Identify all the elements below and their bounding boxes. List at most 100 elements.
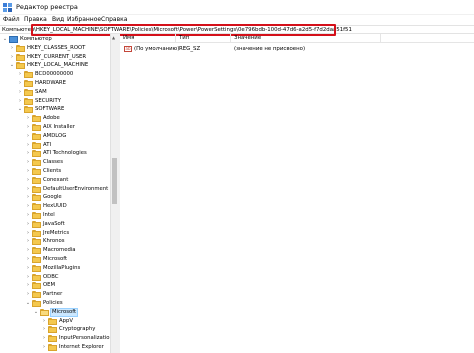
tree-item[interactable]: › AIX Installer xyxy=(0,123,116,132)
chevron-down-icon[interactable]: ⌄ xyxy=(9,61,15,70)
tree-item-label: Cryptography xyxy=(59,326,96,333)
chevron-right-icon[interactable]: › xyxy=(17,88,23,97)
chevron-right-icon[interactable]: › xyxy=(9,53,15,62)
chevron-right-icon[interactable]: › xyxy=(41,334,47,343)
chevron-down-icon[interactable]: ⌄ xyxy=(33,308,39,317)
scroll-up-icon[interactable]: ▲ xyxy=(112,35,115,40)
tree-item[interactable]: ⌄ Policies xyxy=(0,299,116,308)
tree-item[interactable]: ⌄ HKEY_LOCAL_MACHINE xyxy=(0,61,116,70)
column-type[interactable]: Тип xyxy=(176,34,231,43)
chevron-down-icon[interactable]: ⌄ xyxy=(17,105,23,114)
tree-item[interactable]: › DefaultUserEnvironment xyxy=(0,185,116,194)
tree-item-label: Policies xyxy=(43,300,63,306)
tree-item[interactable]: › Cryptography xyxy=(0,325,116,334)
chevron-right-icon[interactable]: › xyxy=(25,211,31,220)
menu-edit[interactable]: Правка xyxy=(24,16,47,23)
tree-item[interactable]: › ATI xyxy=(0,141,116,150)
chevron-right-icon[interactable]: › xyxy=(25,123,31,132)
chevron-right-icon[interactable]: › xyxy=(17,97,23,106)
tree-item[interactable]: › Adobe xyxy=(0,114,116,123)
tree-item[interactable]: › BCD00000000 xyxy=(0,70,116,79)
tree-item[interactable]: › ODBC xyxy=(0,273,116,282)
chevron-down-icon[interactable]: ⌄ xyxy=(25,299,31,308)
tree-item[interactable]: › Macromedia xyxy=(0,246,116,255)
tree-item[interactable]: › SAM xyxy=(0,88,116,97)
chevron-right-icon[interactable]: › xyxy=(25,237,31,246)
values-list[interactable]: Имя Тип Значение ab (По умолчанию) REG_S… xyxy=(120,34,474,353)
column-value[interactable]: Значение xyxy=(231,34,381,43)
column-name[interactable]: Имя xyxy=(120,34,176,43)
chevron-right-icon[interactable]: › xyxy=(41,325,47,334)
tree-item-label: Conexant xyxy=(43,176,69,183)
chevron-right-icon[interactable]: › xyxy=(25,220,31,229)
chevron-right-icon[interactable]: › xyxy=(17,70,23,79)
chevron-right-icon[interactable]: › xyxy=(25,167,31,176)
tree-item[interactable]: › HARDWARE xyxy=(0,79,116,88)
tree-item[interactable]: › Conexant xyxy=(0,176,116,185)
tree-item[interactable]: › JavaSoft xyxy=(0,220,116,229)
menu-file[interactable]: Файл xyxy=(3,16,20,23)
tree-item-label: Macromedia xyxy=(43,247,76,254)
chevron-right-icon[interactable]: › xyxy=(25,141,31,150)
tree-item[interactable]: › Khronos xyxy=(0,237,116,246)
tree-item[interactable]: ⌄ Компьютер xyxy=(0,35,116,44)
folder-icon xyxy=(32,115,41,123)
value-row[interactable]: ab (По умолчанию) REG_SZ (значение не пр… xyxy=(120,45,474,53)
tree-item-label: Компьютер xyxy=(20,36,52,42)
chevron-right-icon[interactable]: › xyxy=(25,114,31,123)
chevron-right-icon[interactable]: › xyxy=(41,343,47,352)
chevron-right-icon[interactable]: › xyxy=(25,132,31,141)
menu-help[interactable]: Справка xyxy=(101,16,127,23)
folder-icon xyxy=(24,80,33,87)
chevron-right-icon[interactable]: › xyxy=(41,317,47,326)
chevron-down-icon[interactable]: ⌄ xyxy=(2,35,8,44)
folder-icon xyxy=(48,326,57,334)
registry-tree[interactable]: ⌄ Компьютер › HKEY_CLASSES_ROOT › HKEY_CURREN… xyxy=(0,34,116,353)
tree-item[interactable]: › Internet Explorer xyxy=(0,343,116,352)
folder-icon xyxy=(32,291,41,299)
title-bar: Редактор реестра xyxy=(0,0,474,15)
tree-item[interactable]: › JreMetrics xyxy=(0,229,116,238)
tree-item[interactable]: › AMDLOG xyxy=(0,132,116,141)
tree-item[interactable]: › Classes xyxy=(0,158,116,167)
tree-item[interactable]: ⌄ SOFTWARE xyxy=(0,105,116,114)
tree-item[interactable]: › Intel xyxy=(0,211,116,220)
tree-item[interactable]: › Microsoft xyxy=(0,255,116,264)
tree-item[interactable]: › Partner xyxy=(0,290,116,299)
tree-item[interactable]: › OEM xyxy=(0,281,116,290)
chevron-right-icon[interactable]: › xyxy=(25,149,31,158)
folder-icon xyxy=(24,71,33,79)
folder-icon xyxy=(32,141,41,149)
chevron-right-icon[interactable]: › xyxy=(25,185,31,194)
tree-item[interactable]: › HKEY_CLASSES_ROOT xyxy=(0,44,116,53)
menu-view[interactable]: Вид xyxy=(52,16,64,23)
chevron-right-icon[interactable]: › xyxy=(25,229,31,238)
tree-item[interactable]: › MozillaPlugins xyxy=(0,264,116,273)
tree-item[interactable]: › HKEY_CURRENT_USER xyxy=(0,53,116,62)
tree-item-label: Google xyxy=(43,194,62,201)
tree-item[interactable]: ⌄ Microsoft xyxy=(0,307,116,317)
tree-item[interactable]: › HexUUID xyxy=(0,202,116,211)
chevron-right-icon[interactable]: › xyxy=(25,290,31,299)
chevron-right-icon[interactable]: › xyxy=(25,264,31,273)
tree-item[interactable]: › InputPersonalization xyxy=(0,334,116,343)
tree-item[interactable]: › ATI Technologies xyxy=(0,149,116,158)
chevron-right-icon[interactable]: › xyxy=(25,246,31,255)
tree-scrollbar[interactable]: ▲ xyxy=(110,34,117,353)
chevron-right-icon[interactable]: › xyxy=(17,79,23,88)
menu-favorites[interactable]: Избранное xyxy=(67,16,101,23)
tree-item[interactable]: › Google xyxy=(0,193,116,202)
tree-item-label: HKEY_CLASSES_ROOT xyxy=(27,44,86,51)
folder-icon xyxy=(16,53,25,61)
chevron-right-icon[interactable]: › xyxy=(25,176,31,185)
chevron-right-icon[interactable]: › xyxy=(25,158,31,167)
chevron-right-icon[interactable]: › xyxy=(25,255,31,264)
tree-item[interactable]: › AppV xyxy=(0,317,116,326)
chevron-right-icon[interactable]: › xyxy=(25,202,31,211)
chevron-right-icon[interactable]: › xyxy=(9,44,15,53)
chevron-right-icon[interactable]: › xyxy=(25,281,31,290)
tree-item[interactable]: › SECURITY xyxy=(0,97,116,106)
tree-item[interactable]: › Clients xyxy=(0,167,116,176)
chevron-right-icon[interactable]: › xyxy=(25,193,31,202)
chevron-right-icon[interactable]: › xyxy=(25,273,31,282)
